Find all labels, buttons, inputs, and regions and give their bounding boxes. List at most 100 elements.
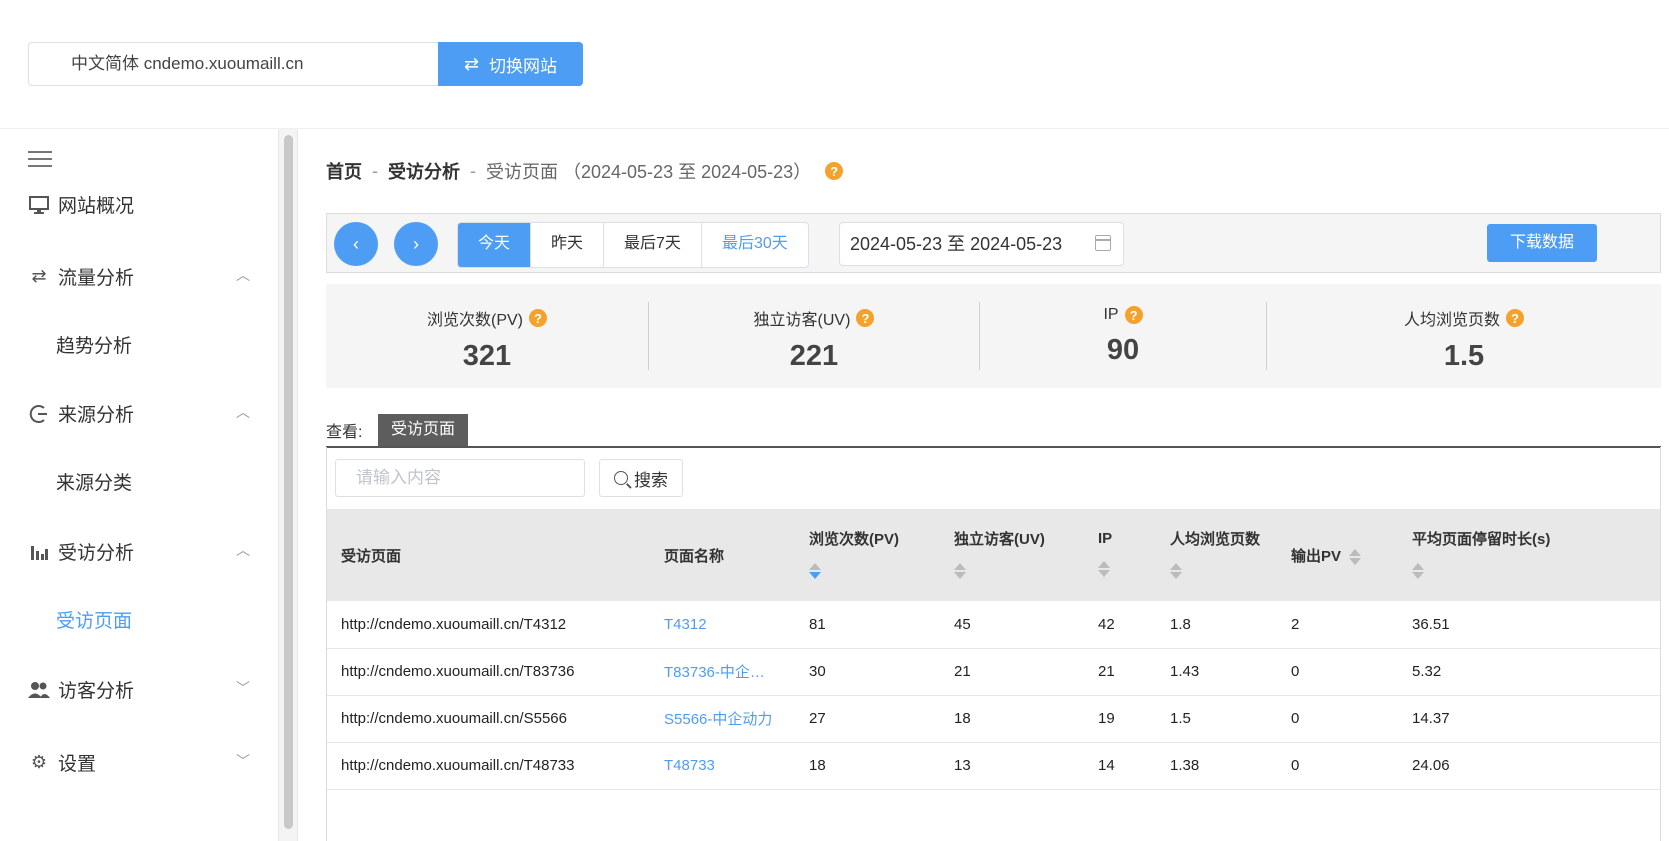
cell-ip: 14 — [1098, 757, 1115, 774]
cell-url: http://cndemo.xuoumaill.cn/T83736 — [341, 663, 575, 680]
next-period-button[interactable]: › — [394, 222, 438, 266]
range-last-7-days[interactable]: 最后7天 — [604, 223, 702, 267]
stat-value: 90 — [1106, 334, 1140, 366]
help-icon[interactable]: ? — [529, 309, 547, 327]
range-selector: 今天 昨天 最后7天 最后30天 — [457, 222, 809, 268]
breadcrumb-section[interactable]: 受访分析 — [388, 158, 460, 184]
cell-avg-duration: 36.51 — [1412, 615, 1450, 633]
cell-ip: 21 — [1098, 663, 1115, 680]
date-range-picker[interactable]: 2024-05-23 至 2024-05-23 — [839, 222, 1124, 266]
sidebar-item-label: 设置 — [58, 754, 97, 775]
search-icon — [614, 471, 628, 485]
top-bar: 中文简体 cndemo.xuoumaill.cn ⇄ 切换网站 — [0, 0, 1669, 128]
tab-visited-pages[interactable]: 受访页面 — [378, 414, 468, 446]
help-icon[interactable]: ? — [1506, 309, 1524, 327]
column-header[interactable]: IP — [1084, 509, 1156, 601]
stat-value: 1.5 — [1443, 340, 1485, 372]
range-last-30-days[interactable]: 最后30天 — [702, 223, 808, 267]
date-toolbar: ‹ › 今天 昨天 最后7天 最后30天 2024-05-23 至 2024-0… — [326, 213, 1661, 273]
cell-avg-pages: 1.5 — [1170, 710, 1191, 727]
stats-summary: 浏览次数(PV)? 321 独立访客(UV)? 221 IP? 90 人均浏览页… — [326, 284, 1661, 388]
site-select[interactable]: 中文简体 cndemo.xuoumaill.cn — [28, 42, 438, 86]
chevron-down-icon: ﹀ — [236, 753, 250, 769]
cell-page-name-link[interactable]: S5566-中企动力 — [650, 695, 795, 742]
cell-page-name-link[interactable]: T4312 — [650, 601, 795, 648]
breadcrumb-home[interactable]: 首页 — [326, 158, 362, 184]
search-button-label: 搜索 — [634, 470, 668, 490]
search-input[interactable]: 请输入内容 — [335, 459, 585, 497]
column-header[interactable]: 人均浏览页数 — [1156, 509, 1277, 601]
calendar-icon — [1095, 235, 1111, 251]
sort-icon[interactable] — [1098, 560, 1110, 577]
sort-icon[interactable] — [1412, 562, 1424, 579]
cell-pv: 18 — [809, 757, 826, 774]
sidebar-item-trend[interactable]: 趋势分析 — [56, 331, 132, 358]
column-header[interactable]: 平均页面停留时长(s) — [1398, 509, 1660, 601]
cell-uv: 21 — [954, 663, 971, 680]
range-yesterday[interactable]: 昨天 — [531, 223, 605, 267]
column-header[interactable]: 浏览次数(PV) — [795, 509, 940, 601]
column-header[interactable]: 输出PV — [1277, 509, 1398, 601]
sidebar-item-visited[interactable]: 受访分析 ︿ — [28, 538, 250, 565]
cell-avg-pages: 1.38 — [1170, 757, 1200, 774]
search-button[interactable]: 搜索 — [599, 459, 683, 497]
source-icon — [28, 403, 50, 425]
stat-label: 浏览次数(PV) — [426, 312, 523, 329]
chevron-left-icon: ‹ — [353, 233, 359, 254]
cell-page-name-link[interactable]: T48733 — [650, 742, 795, 789]
sidebar-item-label: 网站概况 — [58, 196, 135, 217]
cell-avg-pages: 1.8 — [1170, 615, 1191, 633]
cell-pv: 81 — [809, 615, 826, 633]
column-header[interactable]: 独立访客(UV) — [940, 509, 1084, 601]
column-header: 受访页面 — [341, 547, 402, 565]
sidebar-item-visited-pages[interactable]: 受访页面 — [56, 606, 132, 633]
chevron-up-icon: ︿ — [236, 404, 250, 420]
chevron-right-icon: › — [413, 233, 419, 254]
download-data-button[interactable]: 下载数据 — [1487, 224, 1597, 262]
cell-page-name-link[interactable]: T83736-中企… — [650, 648, 795, 695]
sidebar-item-overview[interactable]: 网站概况 — [28, 191, 250, 218]
range-today[interactable]: 今天 — [458, 223, 532, 267]
sort-icon[interactable] — [954, 562, 966, 579]
sort-icon[interactable] — [1170, 562, 1182, 579]
help-icon[interactable]: ? — [825, 162, 844, 180]
cell-exit-pv: 2 — [1291, 615, 1300, 633]
sort-icon[interactable] — [1349, 548, 1362, 565]
stat-pv: 浏览次数(PV)? 321 — [326, 284, 648, 388]
sidebar-item-label: 流量分析 — [58, 268, 135, 289]
chevron-up-icon: ︿ — [236, 542, 250, 558]
breadcrumb-separator: - — [372, 160, 378, 181]
stat-avg-pages: 人均浏览页数? 1.5 — [1267, 284, 1661, 388]
cell-uv: 18 — [954, 710, 971, 727]
sidebar-item-label: 访客分析 — [58, 681, 135, 702]
menu-toggle-icon[interactable] — [28, 151, 52, 172]
prev-period-button[interactable]: ‹ — [334, 222, 378, 266]
cell-url: http://cndemo.xuoumaill.cn/T48733 — [341, 757, 575, 774]
sidebar-item-source-category[interactable]: 来源分类 — [56, 468, 132, 495]
cell-url: http://cndemo.xuoumaill.cn/T4312 — [341, 615, 567, 633]
cell-uv: 45 — [954, 615, 971, 633]
table-header-row: 受访页面 页面名称 浏览次数(PV) 独立访客(UV) IP 人均浏览页数 输出… — [327, 509, 1660, 601]
table-panel: 请输入内容 搜索 受访页面 页面名称 浏览次数(PV) 独立访客(UV) IP … — [326, 447, 1661, 841]
main-content: 首页 - 受访分析 - 受访页面 （2024-05-23 至 2024-05-2… — [300, 129, 1669, 841]
help-icon[interactable]: ? — [856, 309, 875, 327]
cell-exit-pv: 0 — [1291, 757, 1300, 774]
help-icon[interactable]: ? — [1124, 306, 1143, 324]
stat-label: IP — [1103, 306, 1119, 323]
breadcrumb: 首页 - 受访分析 - 受访页面 （2024-05-23 至 2024-05-2… — [326, 158, 844, 184]
sidebar-scrollbar[interactable] — [278, 129, 298, 841]
sidebar-item-settings[interactable]: ⚙ 设置 ﹀ — [28, 749, 250, 776]
cell-exit-pv: 0 — [1291, 663, 1300, 680]
chevron-down-icon: ﹀ — [236, 680, 250, 696]
sidebar-item-source[interactable]: 来源分析 ︿ — [28, 400, 250, 427]
switch-site-button[interactable]: ⇄ 切换网站 — [438, 42, 583, 86]
stat-value: 221 — [789, 340, 839, 372]
sidebar-item-visitors[interactable]: 访客分析 ﹀ — [28, 676, 250, 703]
sidebar-item-traffic[interactable]: ⇄ 流量分析 ︿ — [28, 263, 250, 290]
view-tabs: 查看: 受访页面 — [326, 414, 1661, 448]
column-header: 页面名称 — [664, 547, 725, 565]
scrollbar-thumb[interactable] — [284, 135, 293, 829]
sort-icon[interactable] — [809, 562, 821, 579]
sidebar-item-label: 受访分析 — [58, 543, 135, 564]
stat-uv: 独立访客(UV)? 221 — [649, 284, 979, 388]
